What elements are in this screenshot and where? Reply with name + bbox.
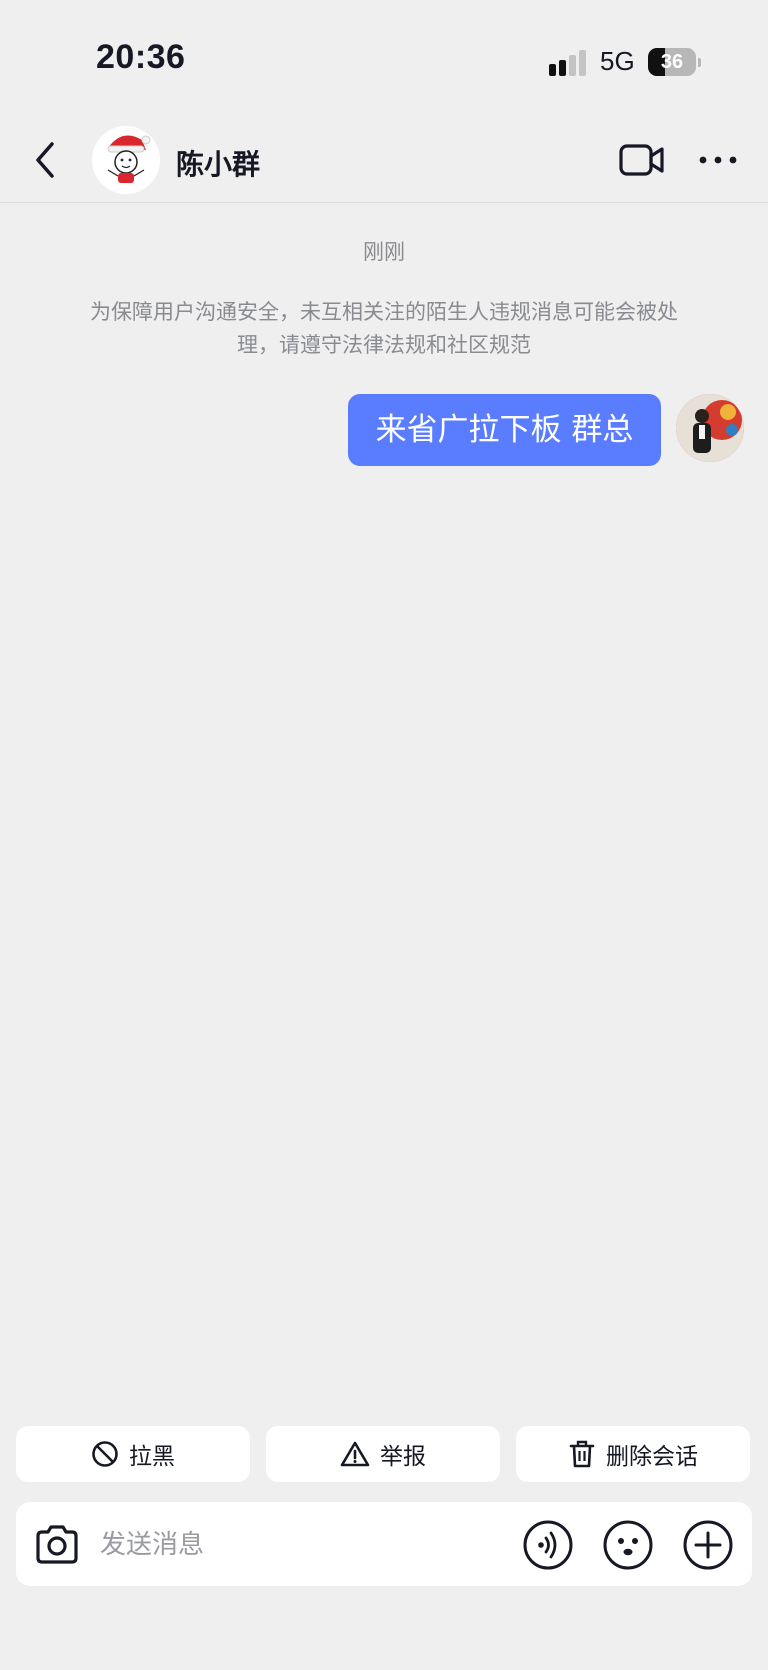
message-input[interactable] [100,1520,480,1570]
back-chevron-icon[interactable] [30,140,62,180]
header-divider [0,202,768,203]
sent-message-bubble[interactable]: 来省广拉下板 群总 [348,394,661,466]
voice-message-icon[interactable] [522,1519,574,1571]
safety-notice: 为保障用户沟通安全，未互相关注的陌生人违规消息可能会被处理，请遵守法律法规和社区… [90,300,678,357]
delete-conversation-button[interactable]: 删除会话 [516,1426,750,1482]
battery-indicator: 36 [648,48,702,76]
status-time: 20:36 [96,38,186,76]
warning-icon [340,1441,370,1467]
trash-icon [569,1440,595,1468]
video-call-icon[interactable] [618,140,666,180]
more-dots-icon[interactable] [698,150,738,170]
report-button[interactable]: 举报 [266,1426,500,1482]
camera-icon[interactable] [32,1520,82,1570]
signal-strength-icon [549,50,586,76]
report-label: 举报 [380,1444,426,1470]
network-type: 5G [600,46,635,76]
delete-conversation-label: 删除会话 [606,1444,698,1470]
my-avatar[interactable] [676,394,744,462]
contact-avatar[interactable] [92,126,160,194]
contact-name: 陈小群 [176,148,261,181]
plus-icon[interactable] [682,1519,734,1571]
block-button[interactable]: 拉黑 [16,1426,250,1482]
battery-percent: 36 [660,51,684,73]
block-label: 拉黑 [129,1444,175,1470]
emoji-icon[interactable] [602,1519,654,1571]
message-timestamp: 刚刚 [363,240,405,264]
block-icon [92,1441,118,1467]
